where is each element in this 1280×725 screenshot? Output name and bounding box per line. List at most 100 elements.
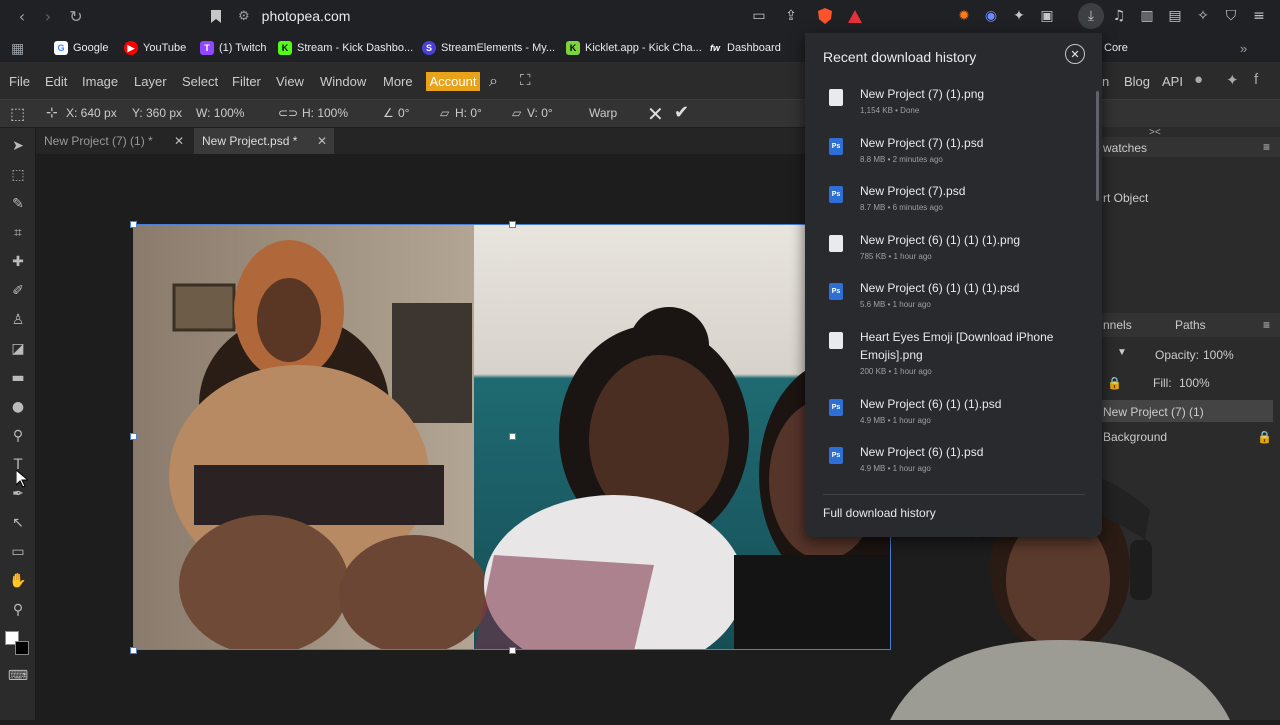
fullscreen-icon[interactable]: ⛶ [520,71,531,89]
wallet-icon[interactable]: ▤ [1166,7,1184,25]
transform-handle[interactable] [509,221,516,228]
dodge-tool-icon[interactable]: ⚲ [8,426,28,446]
transform-handle[interactable] [130,221,137,228]
screenshot-icon[interactable]: ▣ [1038,7,1056,25]
zoom-tool-icon[interactable]: ⚲ [8,600,28,620]
healing-brush-icon[interactable]: ✚ [8,252,28,272]
background-color-swatch[interactable] [15,641,29,655]
brave-rewards-icon[interactable] [846,7,864,25]
menu-blog[interactable]: Blog [1124,74,1150,89]
share-icon[interactable]: ⇪ [782,7,800,25]
reference-point-icon[interactable]: ⊹ [46,104,58,121]
account-button[interactable]: Account [426,72,480,91]
fill-value[interactable]: 100% [1179,376,1210,390]
site-settings-icon[interactable]: ⚙ [238,9,250,24]
opacity-value[interactable]: 100% [1203,348,1234,362]
eraser-tool-icon[interactable]: ◪ [8,339,28,359]
transform-handle[interactable] [509,647,516,654]
warp-button[interactable]: Warp [589,106,617,120]
reddit-icon[interactable]: ● [1194,71,1203,88]
transform-handle[interactable] [130,647,137,654]
menu-image[interactable]: Image [82,74,118,89]
blend-mode-dropdown-icon[interactable]: ▼ [1117,347,1127,358]
panel-menu-icon[interactable]: ≡ [1263,318,1270,332]
hand-tool-icon[interactable]: ✋ [8,571,28,591]
width-field[interactable]: W: 100% [196,106,244,120]
close-icon[interactable]: ✕ [1065,44,1085,64]
bookmark-core[interactable]: Core [1104,40,1128,56]
menu-file[interactable]: File [9,74,30,89]
bookmark-youtube[interactable]: ▶ YouTube [124,40,186,56]
channels-tab[interactable]: nnels [1103,318,1132,332]
cast-icon[interactable]: ▭ [750,7,768,25]
download-item[interactable]: New Project (6) (1) (1) (1).png 785 KB •… [805,231,1102,279]
menu-select[interactable]: Select [182,74,218,89]
bookmark-streamelements[interactable]: S StreamElements - My... [422,40,555,56]
leo-icon[interactable]: ✧ [1194,7,1212,25]
extensions-icon[interactable]: ✦ [1010,7,1028,25]
commit-transform-icon[interactable]: ✔ [674,102,689,123]
download-item[interactable]: Ps New Project (6) (1).psd 4.9 MB • 1 ho… [805,443,1102,491]
download-item[interactable]: Heart Eyes Emoji [Download iPhone Emojis… [805,328,1102,394]
extension-icon[interactable]: ◉ [982,7,1000,25]
download-item[interactable]: Ps New Project (7).psd 8.7 MB • 6 minute… [805,182,1102,230]
paths-tab[interactable]: Paths [1175,318,1206,332]
menu-api[interactable]: API [1162,74,1183,89]
apps-icon[interactable]: ▦ [11,40,24,56]
bookmark-kick[interactable]: K Stream - Kick Dashbo... [278,40,413,56]
bookmark-icon[interactable] [202,2,230,30]
full-download-history-link[interactable]: Full download history [823,506,936,520]
link-icon[interactable]: ⊂⊃ [278,106,298,120]
twitter-icon[interactable]: ✦ [1226,71,1239,89]
vpn-icon[interactable]: ⛉ [1222,7,1240,25]
download-item[interactable]: New Project (7) (1).png 1,154 KB • Done [805,85,1102,133]
menu-layer[interactable]: Layer [134,74,167,89]
angle-field[interactable]: 0° [398,106,409,120]
marquee-tool-icon[interactable]: ⬚ [8,165,28,185]
menu-icon[interactable]: ≡ [1250,7,1268,25]
menu-more[interactable]: More [383,74,413,89]
menu-view[interactable]: View [276,74,304,89]
move-tool-icon[interactable]: ➤ [8,136,28,156]
download-item[interactable]: Ps New Project (6) (1) (1).psd 4.9 MB • … [805,395,1102,443]
brave-shield-icon[interactable] [816,7,834,25]
close-tab-icon[interactable]: ✕ [317,134,327,148]
blur-tool-icon[interactable]: ● [8,397,28,417]
shape-tool-icon[interactable]: ▭ [8,542,28,562]
download-item[interactable]: Ps New Project (6) (1) (1) (1).psd 5.6 M… [805,279,1102,327]
menu-filter[interactable]: Filter [232,74,261,89]
quick-select-icon[interactable]: ✎ [8,194,28,214]
crop-tool-icon[interactable]: ⌗ [8,223,28,243]
clone-stamp-icon[interactable]: ♙ [8,310,28,330]
x-position-field[interactable]: X: 640 px [66,106,117,120]
lock-icon[interactable]: 🔒 [1107,376,1122,390]
reload-icon[interactable]: ↻ [62,2,90,30]
more-bookmarks-icon[interactable]: » [1240,40,1247,56]
menu-edit[interactable]: Edit [45,74,67,89]
keyboard-icon[interactable]: ⌨ [8,666,28,686]
transform-icon[interactable]: ⬚ [10,104,25,124]
tab-new-project-7-1[interactable]: New Project (7) (1) * [36,128,191,154]
menu-window[interactable]: Window [320,74,366,89]
height-field[interactable]: H: 100% [302,106,348,120]
music-icon[interactable]: ♫ [1110,7,1128,25]
bookmark-dashboard[interactable]: fw Dashboard [708,40,781,56]
menu-partial[interactable]: n [1102,74,1109,89]
bookmark-twitch[interactable]: T (1) Twitch [200,40,266,56]
brush-tool-icon[interactable]: ✐ [8,281,28,301]
download-item[interactable]: Ps New Project (7) (1).psd 8.8 MB • 2 mi… [805,134,1102,182]
bookmark-google[interactable]: G Google [54,40,108,56]
extension-icon[interactable]: ✹ [955,7,973,25]
sidebar-icon[interactable]: ▥ [1138,7,1156,25]
panel-menu-icon[interactable]: ≡ [1263,140,1270,154]
transform-handle[interactable] [130,433,137,440]
search-icon[interactable]: ⌕ [489,71,498,91]
back-icon[interactable]: ‹ [8,2,36,30]
path-select-icon[interactable]: ↖ [8,513,28,533]
bookmark-kicklet[interactable]: K Kicklet.app - Kick Cha... [566,40,702,56]
y-position-field[interactable]: Y: 360 px [132,106,182,120]
transform-handle[interactable] [509,433,516,440]
download-icon[interactable]: ⤓ [1078,3,1104,29]
swatches-tab[interactable]: watches [1103,141,1147,155]
cancel-transform-icon[interactable]: ✕ [647,102,664,127]
